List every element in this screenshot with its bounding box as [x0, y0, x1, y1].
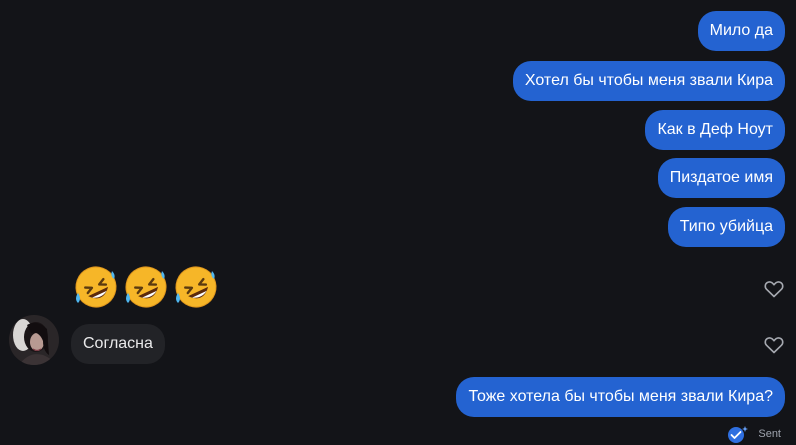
rolling-laughing-emoji-icon: [175, 266, 217, 308]
chat-thread: Мило да Хотел бы чтобы меня звали Кира К…: [0, 0, 796, 445]
sent-label: Sent: [758, 428, 781, 440]
like-heart-icon[interactable]: [764, 336, 784, 354]
incoming-message[interactable]: Согласна: [71, 324, 165, 364]
outgoing-message[interactable]: Пиздатое имя: [657, 158, 785, 198]
like-heart-icon[interactable]: [764, 280, 784, 298]
message-status: Sent: [726, 424, 781, 444]
rolling-laughing-emoji-icon: [75, 266, 117, 308]
outgoing-message[interactable]: Хотел бы чтобы меня звали Кира: [512, 61, 785, 101]
outgoing-message[interactable]: Мило да: [697, 11, 785, 51]
avatar[interactable]: [9, 315, 59, 365]
outgoing-message[interactable]: Типо убийца: [667, 207, 785, 247]
outgoing-message[interactable]: Как в Деф Ноут: [645, 110, 785, 150]
rolling-laughing-emoji-icon: [125, 266, 167, 308]
avatar-photo: [9, 315, 59, 365]
sent-check-icon: [728, 426, 749, 443]
emoji-message[interactable]: [72, 263, 220, 311]
outgoing-message[interactable]: Тоже хотела бы чтобы меня звали Кира?: [456, 377, 785, 417]
